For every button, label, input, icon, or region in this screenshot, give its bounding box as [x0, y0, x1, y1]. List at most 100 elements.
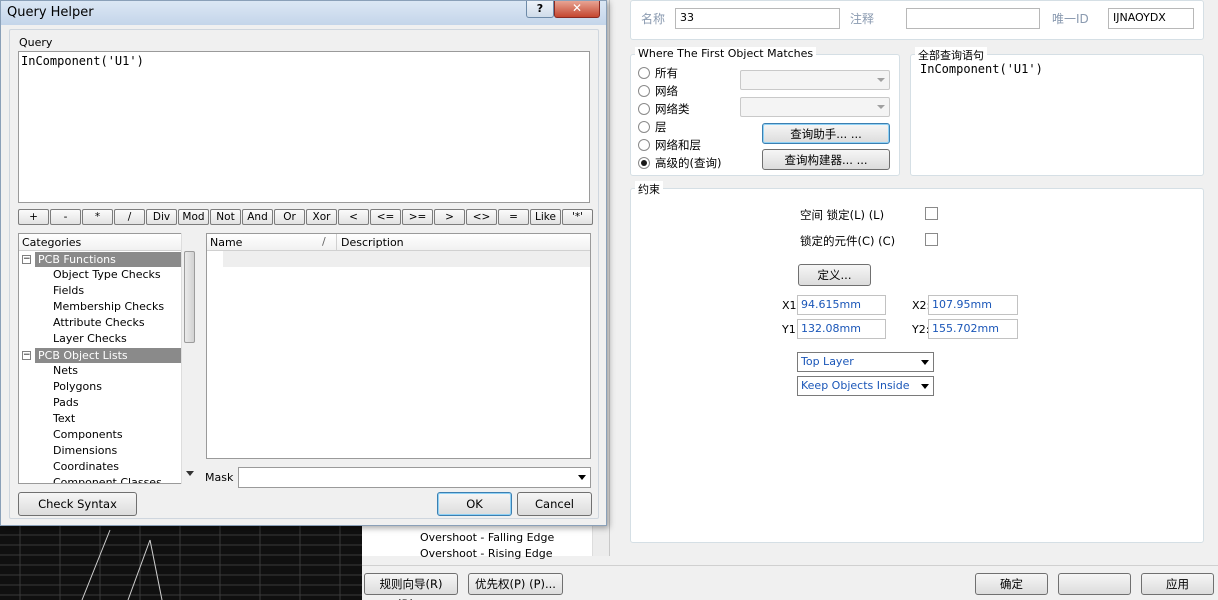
description-column-header[interactable]: Description: [341, 236, 404, 249]
category-text[interactable]: Text: [53, 412, 75, 425]
op-not-button[interactable]: Not: [210, 209, 241, 225]
help-button[interactable]: ?: [526, 1, 554, 18]
op-like-button[interactable]: Like: [530, 209, 561, 225]
op-divide-button[interactable]: /: [114, 209, 145, 225]
name-label: 名称: [641, 12, 666, 26]
category-layer-checks[interactable]: Layer Checks: [53, 332, 127, 345]
op-less-equal-button[interactable]: <=: [370, 209, 401, 225]
define-button[interactable]: 定义...: [798, 264, 871, 286]
radio-icon: [638, 67, 650, 79]
components-locked-checkbox[interactable]: [925, 233, 938, 246]
category-pcb-functions[interactable]: PCB Functions: [35, 252, 181, 267]
name-field[interactable]: 33: [675, 8, 840, 29]
op-not-equal-button[interactable]: <>: [466, 209, 497, 225]
room-locked-checkbox[interactable]: [925, 207, 938, 220]
op-greater-equal-button[interactable]: >=: [402, 209, 433, 225]
scope-option-net-and-layer[interactable]: 网络和层: [638, 137, 701, 153]
apply-button[interactable]: 应用: [1141, 573, 1214, 595]
full-query-title: 全部查询语句: [915, 47, 987, 63]
net-class-select-disabled: [740, 97, 890, 117]
chevron-down-icon: [921, 384, 929, 389]
op-plus-button[interactable]: +: [18, 209, 49, 225]
op-wildcard-button[interactable]: '*': [562, 209, 593, 225]
radio-icon: [638, 139, 650, 151]
op-xor-button[interactable]: Xor: [306, 209, 337, 225]
name-column-header[interactable]: Name: [210, 236, 242, 249]
priorities-button[interactable]: 优先权(P) (P)...: [468, 573, 563, 595]
category-polygons[interactable]: Polygons: [53, 380, 102, 393]
column-divider: [336, 234, 337, 250]
scroll-thumb[interactable]: [184, 251, 195, 343]
check-syntax-button[interactable]: Check Syntax: [18, 492, 137, 516]
y2-label: Y2:: [912, 323, 930, 336]
op-multiply-button[interactable]: *: [82, 209, 113, 225]
collapse-icon[interactable]: −: [22, 255, 31, 264]
tree-item-overshoot-falling[interactable]: Overshoot - Falling Edge: [420, 531, 554, 544]
op-or-button[interactable]: Or: [274, 209, 305, 225]
mask-input[interactable]: [238, 467, 591, 488]
scope-option-net-class[interactable]: 网络类: [638, 101, 690, 117]
op-equal-button[interactable]: =: [498, 209, 529, 225]
category-pcb-object-lists[interactable]: PCB Object Lists: [35, 348, 181, 363]
category-nets[interactable]: Nets: [53, 364, 78, 377]
ok-button[interactable]: 确定: [975, 573, 1048, 595]
radio-icon: [638, 103, 650, 115]
op-minus-button[interactable]: -: [50, 209, 81, 225]
op-mod-button[interactable]: Mod: [178, 209, 209, 225]
mask-label: Mask: [205, 471, 234, 484]
category-pads[interactable]: Pads: [53, 396, 79, 409]
scope-option-advanced-query[interactable]: 高级的(查询): [638, 155, 721, 171]
function-list-header: Name / Description: [207, 234, 590, 251]
op-greater-button[interactable]: >: [434, 209, 465, 225]
components-locked-label: 锁定的元件(C) (C): [800, 234, 896, 248]
categories-tree[interactable]: Categories / − PCB Functions Object Type…: [18, 233, 197, 484]
scope-title: Where The First Object Matches: [635, 47, 817, 60]
rule-editor-panel: 名称 33 注释 唯一ID IJNAOYDX Where The First O…: [610, 0, 1218, 565]
query-helper-dialog: Query Helper ? ✕ Query InComponent('U1')…: [0, 0, 607, 526]
chevron-down-icon: [877, 105, 885, 109]
layer-select[interactable]: Top Layer: [797, 352, 934, 372]
rule-wizard-button[interactable]: 规则向导(R) (R)...: [364, 573, 458, 600]
kind-select[interactable]: Keep Objects Inside: [797, 376, 934, 396]
y1-field[interactable]: 132.08mm: [797, 319, 886, 339]
category-fields[interactable]: Fields: [53, 284, 84, 297]
op-and-button[interactable]: And: [242, 209, 273, 225]
qh-ok-button[interactable]: OK: [437, 492, 512, 516]
collapse-icon[interactable]: −: [22, 351, 31, 360]
query-editor[interactable]: InComponent('U1'): [18, 51, 590, 203]
category-object-type-checks[interactable]: Object Type Checks: [53, 268, 161, 281]
scope-option-layer[interactable]: 层: [638, 119, 667, 135]
sort-icon: /: [322, 235, 326, 248]
scroll-down-icon[interactable]: [186, 471, 194, 476]
room-locked-label: 空间 锁定(L) (L): [800, 208, 885, 222]
tree-item-overshoot-rising[interactable]: Overshoot - Rising Edge: [420, 547, 553, 560]
category-dimensions[interactable]: Dimensions: [53, 444, 117, 457]
category-membership-checks[interactable]: Membership Checks: [53, 300, 164, 313]
query-builder-button[interactable]: 查询构建器... ...: [762, 149, 890, 170]
category-component-classes[interactable]: Component Classes: [53, 476, 162, 483]
comment-label: 注释: [850, 12, 875, 26]
y2-field[interactable]: 155.702mm: [928, 319, 1018, 339]
close-button[interactable]: ✕: [554, 1, 600, 18]
x1-field[interactable]: 94.615mm: [797, 295, 886, 315]
chevron-down-icon: [877, 78, 885, 82]
close-icon: ✕: [571, 1, 583, 15]
scope-option-all[interactable]: 所有: [638, 65, 678, 81]
categories-header[interactable]: Categories /: [19, 234, 196, 251]
qh-cancel-button[interactable]: Cancel: [517, 492, 592, 516]
op-less-button[interactable]: <: [338, 209, 369, 225]
categories-scrollbar[interactable]: [181, 233, 197, 484]
layer-select-value: Top Layer: [801, 355, 854, 368]
scope-option-net[interactable]: 网络: [638, 83, 678, 99]
x2-field[interactable]: 107.95mm: [928, 295, 1018, 315]
uid-field[interactable]: IJNAOYDX: [1108, 8, 1194, 29]
category-attribute-checks[interactable]: Attribute Checks: [53, 316, 145, 329]
function-list[interactable]: Name / Description: [206, 233, 591, 459]
category-coordinates[interactable]: Coordinates: [53, 460, 119, 473]
op-div-button[interactable]: Div: [146, 209, 177, 225]
cancel-button-partial[interactable]: [1058, 573, 1131, 595]
category-components[interactable]: Components: [53, 428, 123, 441]
query-helper-button[interactable]: 查询助手... ...: [762, 123, 890, 144]
comment-field[interactable]: [906, 8, 1040, 29]
list-row-highlight[interactable]: [223, 251, 590, 267]
